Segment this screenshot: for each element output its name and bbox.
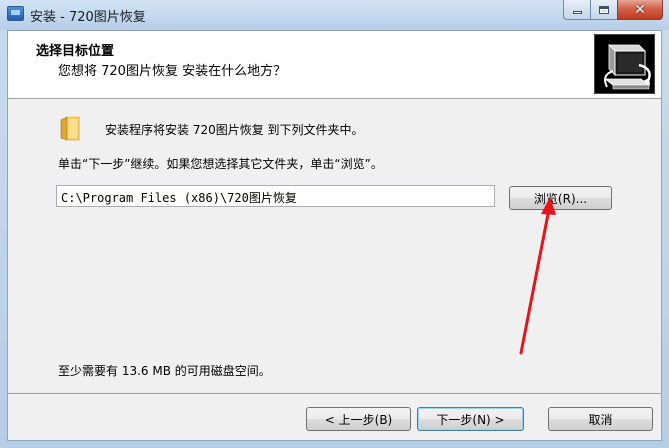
computer-install-icon (594, 34, 655, 94)
minimize-icon (572, 11, 582, 14)
title-bar[interactable]: 安装 - 720图片恢复 ✕ (0, 0, 669, 30)
maximize-icon (599, 5, 609, 14)
maximize-button[interactable] (590, 0, 617, 20)
continue-message: 单击“下一步”继续。如果您想选择其它文件夹，单击“浏览”。 (58, 157, 383, 171)
wizard-header: 选择目标位置 您想将 720图片恢复 安装在什么地方？ (8, 31, 661, 99)
disk-space-message: 至少需要有 13.6 MB 的可用磁盘空间。 (58, 364, 271, 378)
window-title: 安装 - 720图片恢复 (30, 10, 146, 25)
install-message: 安装程序将安装 720图片恢复 到下列文件夹中。 (105, 123, 364, 137)
installer-window: 安装 - 720图片恢复 ✕ 选择目标位置 您想将 720图片恢复 安装在什么地… (0, 0, 669, 448)
page-title: 选择目标位置 (36, 44, 115, 59)
close-button[interactable]: ✕ (617, 0, 663, 20)
cancel-button[interactable]: 取消 (548, 407, 653, 431)
back-button[interactable]: < 上一步(B) (306, 407, 411, 431)
install-path-input[interactable]: C:\Program Files (x86)\720图片恢复 (56, 185, 495, 207)
caption-buttons: ✕ (563, 0, 663, 21)
folder-icon (59, 114, 81, 142)
close-icon: ✕ (634, 1, 646, 18)
dialog-client: 选择目标位置 您想将 720图片恢复 安装在什么地方？ 安装程序将安装 720图… (7, 30, 662, 441)
app-icon (7, 6, 24, 21)
browse-button[interactable]: 浏览(R)... (509, 186, 612, 210)
page-subtitle: 您想将 720图片恢复 安装在什么地方？ (58, 64, 287, 79)
next-button[interactable]: 下一步(N) > (417, 407, 524, 431)
footer-divider (8, 393, 661, 394)
minimize-button[interactable] (563, 0, 590, 20)
